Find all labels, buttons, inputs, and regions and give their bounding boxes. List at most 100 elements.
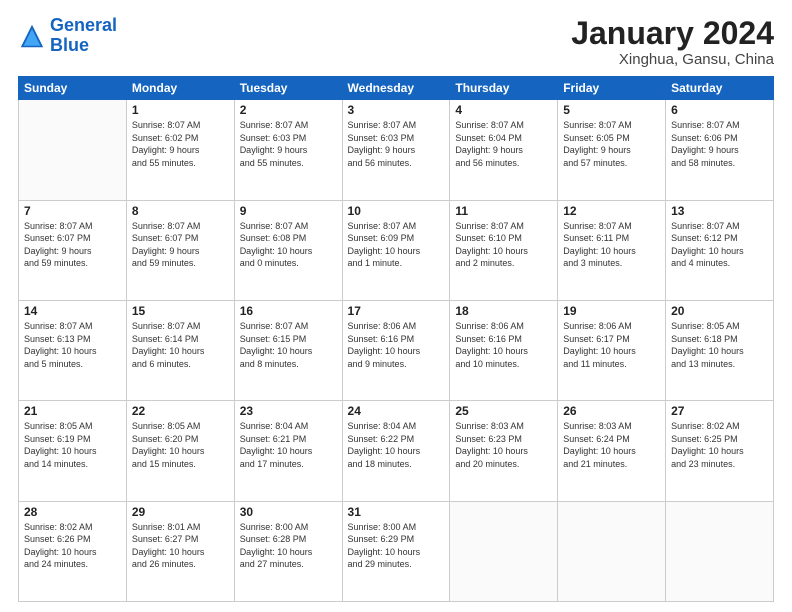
logo-icon bbox=[18, 22, 46, 50]
day-info: Sunrise: 8:02 AM Sunset: 6:25 PM Dayligh… bbox=[671, 420, 768, 470]
day-info: Sunrise: 8:07 AM Sunset: 6:07 PM Dayligh… bbox=[24, 220, 121, 270]
day-info: Sunrise: 8:07 AM Sunset: 6:04 PM Dayligh… bbox=[455, 119, 552, 169]
calendar-cell: 1 Sunrise: 8:07 AM Sunset: 6:02 PM Daylig… bbox=[126, 100, 234, 200]
day-number: 26 bbox=[563, 404, 660, 418]
col-header-saturday: Saturday bbox=[666, 77, 774, 100]
day-number: 18 bbox=[455, 304, 552, 318]
day-info: Sunrise: 8:07 AM Sunset: 6:15 PM Dayligh… bbox=[240, 320, 337, 370]
day-info: Sunrise: 8:06 AM Sunset: 6:16 PM Dayligh… bbox=[348, 320, 445, 370]
day-number: 23 bbox=[240, 404, 337, 418]
calendar-cell: 14Sunrise: 8:07 AM Sunset: 6:13 PM Dayli… bbox=[19, 300, 127, 400]
logo-text: General Blue bbox=[50, 16, 117, 56]
col-header-tuesday: Tuesday bbox=[234, 77, 342, 100]
calendar-cell: 31Sunrise: 8:00 AM Sunset: 6:29 PM Dayli… bbox=[342, 501, 450, 601]
calendar-cell: 17 Sunrise: 8:06 AM Sunset: 6:16 PM Dayli… bbox=[342, 300, 450, 400]
logo-blue: Blue bbox=[50, 35, 89, 55]
day-number: 6 bbox=[671, 103, 768, 117]
calendar-cell: 25 Sunrise: 8:03 AM Sunset: 6:23 PM Dayli… bbox=[450, 401, 558, 501]
day-info: Sunrise: 8:07 AM Sunset: 6:09 PM Dayligh… bbox=[348, 220, 445, 270]
day-info: Sunrise: 8:04 AM Sunset: 6:21 PM Dayligh… bbox=[240, 420, 337, 470]
day-number: 21 bbox=[24, 404, 121, 418]
day-info: Sunrise: 8:03 AM Sunset: 6:24 PM Dayligh… bbox=[563, 420, 660, 470]
day-number: 8 bbox=[132, 204, 229, 218]
calendar-cell: 4 Sunrise: 8:07 AM Sunset: 6:04 PM Daylig… bbox=[450, 100, 558, 200]
calendar-cell: 29 Sunrise: 8:01 AM Sunset: 6:27 PM Dayli… bbox=[126, 501, 234, 601]
day-number: 25 bbox=[455, 404, 552, 418]
day-info: Sunrise: 8:07 AM Sunset: 6:03 PM Dayligh… bbox=[240, 119, 337, 169]
day-info: Sunrise: 8:01 AM Sunset: 6:27 PM Dayligh… bbox=[132, 521, 229, 571]
day-number: 1 bbox=[132, 103, 229, 117]
day-info: Sunrise: 8:07 AM Sunset: 6:11 PM Dayligh… bbox=[563, 220, 660, 270]
calendar-table: SundayMondayTuesdayWednesdayThursdayFrid… bbox=[18, 76, 774, 602]
day-info: Sunrise: 8:03 AM Sunset: 6:23 PM Dayligh… bbox=[455, 420, 552, 470]
day-info: Sunrise: 8:07 AM Sunset: 6:06 PM Dayligh… bbox=[671, 119, 768, 169]
col-header-friday: Friday bbox=[558, 77, 666, 100]
calendar-cell: 18 Sunrise: 8:06 AM Sunset: 6:16 PM Dayli… bbox=[450, 300, 558, 400]
calendar-cell bbox=[19, 100, 127, 200]
day-number: 4 bbox=[455, 103, 552, 117]
day-info: Sunrise: 8:04 AM Sunset: 6:22 PM Dayligh… bbox=[348, 420, 445, 470]
day-number: 31 bbox=[348, 505, 445, 519]
day-info: Sunrise: 8:07 AM Sunset: 6:05 PM Dayligh… bbox=[563, 119, 660, 169]
calendar-cell: 23 Sunrise: 8:04 AM Sunset: 6:21 PM Dayli… bbox=[234, 401, 342, 501]
header: General Blue January 2024 Xinghua, Gansu… bbox=[18, 16, 774, 68]
calendar-cell: 6 Sunrise: 8:07 AM Sunset: 6:06 PM Daylig… bbox=[666, 100, 774, 200]
day-number: 16 bbox=[240, 304, 337, 318]
calendar-cell: 12 Sunrise: 8:07 AM Sunset: 6:11 PM Dayli… bbox=[558, 200, 666, 300]
month-title: January 2024 bbox=[571, 16, 774, 51]
day-info: Sunrise: 8:05 AM Sunset: 6:19 PM Dayligh… bbox=[24, 420, 121, 470]
calendar-cell: 26 Sunrise: 8:03 AM Sunset: 6:24 PM Dayli… bbox=[558, 401, 666, 501]
day-number: 14 bbox=[24, 304, 121, 318]
day-number: 10 bbox=[348, 204, 445, 218]
week-row-2: 7 Sunrise: 8:07 AM Sunset: 6:07 PM Daylig… bbox=[19, 200, 774, 300]
logo: General Blue bbox=[18, 16, 117, 56]
calendar-cell: 30Sunrise: 8:00 AM Sunset: 6:28 PM Dayli… bbox=[234, 501, 342, 601]
day-number: 12 bbox=[563, 204, 660, 218]
day-number: 5 bbox=[563, 103, 660, 117]
week-row-3: 14Sunrise: 8:07 AM Sunset: 6:13 PM Dayli… bbox=[19, 300, 774, 400]
calendar-cell: 7 Sunrise: 8:07 AM Sunset: 6:07 PM Daylig… bbox=[19, 200, 127, 300]
day-number: 29 bbox=[132, 505, 229, 519]
day-info: Sunrise: 8:05 AM Sunset: 6:20 PM Dayligh… bbox=[132, 420, 229, 470]
calendar-cell: 27Sunrise: 8:02 AM Sunset: 6:25 PM Dayli… bbox=[666, 401, 774, 501]
day-number: 3 bbox=[348, 103, 445, 117]
day-number: 9 bbox=[240, 204, 337, 218]
day-number: 17 bbox=[348, 304, 445, 318]
calendar-cell: 20Sunrise: 8:05 AM Sunset: 6:18 PM Dayli… bbox=[666, 300, 774, 400]
calendar-cell: 21 Sunrise: 8:05 AM Sunset: 6:19 PM Dayli… bbox=[19, 401, 127, 501]
day-info: Sunrise: 8:05 AM Sunset: 6:18 PM Dayligh… bbox=[671, 320, 768, 370]
calendar-cell: 11Sunrise: 8:07 AM Sunset: 6:10 PM Dayli… bbox=[450, 200, 558, 300]
header-row: SundayMondayTuesdayWednesdayThursdayFrid… bbox=[19, 77, 774, 100]
day-info: Sunrise: 8:06 AM Sunset: 6:17 PM Dayligh… bbox=[563, 320, 660, 370]
col-header-thursday: Thursday bbox=[450, 77, 558, 100]
day-info: Sunrise: 8:07 AM Sunset: 6:10 PM Dayligh… bbox=[455, 220, 552, 270]
col-header-wednesday: Wednesday bbox=[342, 77, 450, 100]
calendar-cell: 22Sunrise: 8:05 AM Sunset: 6:20 PM Dayli… bbox=[126, 401, 234, 501]
logo-general: General bbox=[50, 15, 117, 35]
day-info: Sunrise: 8:07 AM Sunset: 6:03 PM Dayligh… bbox=[348, 119, 445, 169]
day-info: Sunrise: 8:07 AM Sunset: 6:08 PM Dayligh… bbox=[240, 220, 337, 270]
day-info: Sunrise: 8:07 AM Sunset: 6:02 PM Dayligh… bbox=[132, 119, 229, 169]
day-number: 30 bbox=[240, 505, 337, 519]
week-row-1: 1 Sunrise: 8:07 AM Sunset: 6:02 PM Daylig… bbox=[19, 100, 774, 200]
calendar-cell bbox=[558, 501, 666, 601]
day-info: Sunrise: 8:07 AM Sunset: 6:12 PM Dayligh… bbox=[671, 220, 768, 270]
calendar-cell: 3 Sunrise: 8:07 AM Sunset: 6:03 PM Daylig… bbox=[342, 100, 450, 200]
calendar-cell: 10 Sunrise: 8:07 AM Sunset: 6:09 PM Dayli… bbox=[342, 200, 450, 300]
calendar-cell: 15Sunrise: 8:07 AM Sunset: 6:14 PM Dayli… bbox=[126, 300, 234, 400]
week-row-5: 28 Sunrise: 8:02 AM Sunset: 6:26 PM Dayli… bbox=[19, 501, 774, 601]
calendar-cell: 9 Sunrise: 8:07 AM Sunset: 6:08 PM Daylig… bbox=[234, 200, 342, 300]
day-number: 19 bbox=[563, 304, 660, 318]
day-info: Sunrise: 8:07 AM Sunset: 6:14 PM Dayligh… bbox=[132, 320, 229, 370]
day-number: 7 bbox=[24, 204, 121, 218]
day-number: 28 bbox=[24, 505, 121, 519]
calendar-cell: 28 Sunrise: 8:02 AM Sunset: 6:26 PM Dayli… bbox=[19, 501, 127, 601]
day-number: 13 bbox=[671, 204, 768, 218]
calendar-cell bbox=[450, 501, 558, 601]
day-info: Sunrise: 8:02 AM Sunset: 6:26 PM Dayligh… bbox=[24, 521, 121, 571]
calendar-cell: 19 Sunrise: 8:06 AM Sunset: 6:17 PM Dayli… bbox=[558, 300, 666, 400]
day-info: Sunrise: 8:06 AM Sunset: 6:16 PM Dayligh… bbox=[455, 320, 552, 370]
calendar-cell: 24 Sunrise: 8:04 AM Sunset: 6:22 PM Dayli… bbox=[342, 401, 450, 501]
calendar-cell: 13 Sunrise: 8:07 AM Sunset: 6:12 PM Dayli… bbox=[666, 200, 774, 300]
day-number: 24 bbox=[348, 404, 445, 418]
